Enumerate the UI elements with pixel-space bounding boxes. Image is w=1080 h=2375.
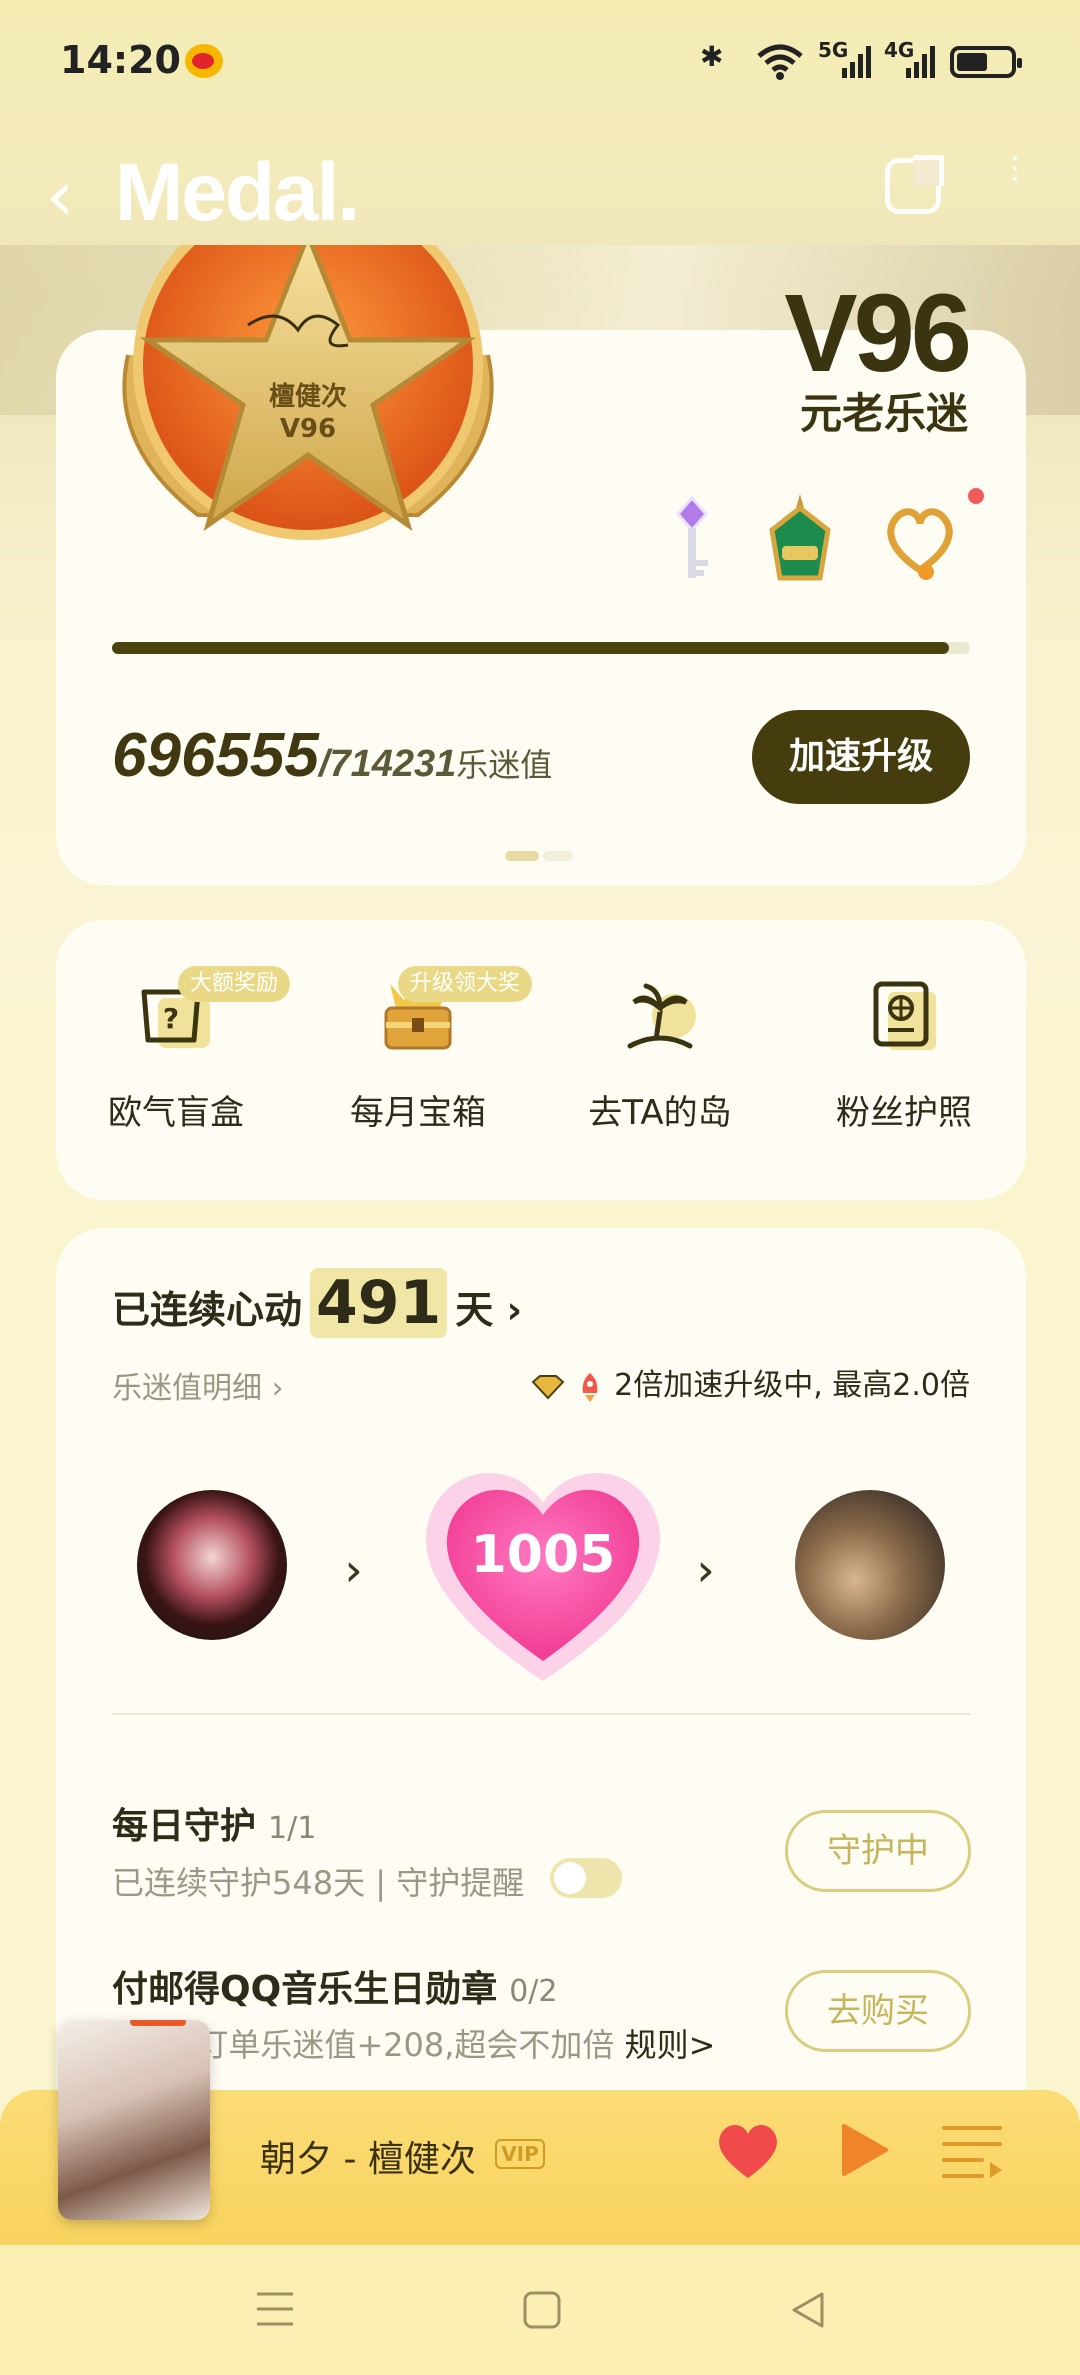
streak-suffix: 天 › bbox=[455, 1288, 523, 1332]
task-name: 每日守护 bbox=[112, 1806, 257, 1847]
divider bbox=[112, 1713, 970, 1715]
task-name: 付邮得QQ音乐生日勋章 bbox=[112, 1969, 498, 2010]
card-pager[interactable] bbox=[505, 851, 575, 861]
home-nav-icon[interactable] bbox=[522, 2290, 562, 2330]
vip-badge: VIP bbox=[495, 2139, 545, 2169]
score-detail-link[interactable]: 乐迷值明细 › bbox=[112, 1363, 284, 1407]
entry-label: 每月宝箱 bbox=[350, 1093, 486, 1133]
level-progress-bar bbox=[112, 642, 970, 654]
passport-icon bbox=[873, 981, 936, 1050]
more-options-button[interactable]: ⋮ bbox=[1000, 154, 1030, 184]
score-total: /714231 bbox=[318, 743, 457, 785]
score-unit: 乐迷值 bbox=[456, 747, 553, 783]
bluetooth-icon: ✱ bbox=[700, 40, 724, 73]
pager-dot bbox=[543, 851, 573, 861]
like-heart-button[interactable] bbox=[715, 2120, 781, 2180]
entry-label: 粉丝护照 bbox=[836, 1093, 972, 1133]
diamond-icon bbox=[531, 1374, 565, 1399]
entry-tag: 大额奖励 bbox=[178, 966, 291, 1002]
system-navigation-bar bbox=[0, 2245, 1080, 2375]
medal-level: V96 bbox=[280, 414, 336, 444]
menu-nav-icon[interactable] bbox=[255, 2290, 295, 2328]
level-name: 元老乐迷 bbox=[799, 389, 968, 438]
task-subtitle: 已连续守护548天 | 守护提醒 bbox=[112, 1864, 525, 1902]
streak-days: 491 bbox=[310, 1268, 448, 1338]
signal-4g-icon bbox=[906, 46, 935, 78]
boost-text: 2倍加速升级中, 最高2.0倍 bbox=[614, 1368, 970, 1403]
entry-fan-passport[interactable]: 粉丝护照 bbox=[804, 960, 1004, 1140]
signal-5g-icon bbox=[842, 46, 871, 78]
task-title: 付邮得QQ音乐生日勋章 0/2 bbox=[112, 1960, 558, 2012]
top-navigation: ‹ Medal. ⋮ bbox=[0, 140, 1080, 250]
entry-label: 去TA的岛 bbox=[588, 1093, 732, 1133]
rules-link[interactable]: 规则> bbox=[625, 2026, 716, 2064]
wifi-icon bbox=[757, 44, 803, 80]
guarding-button[interactable]: 守护中 bbox=[785, 1810, 971, 1892]
medal-artist-name: 檀健次 bbox=[269, 381, 347, 412]
album-cover[interactable] bbox=[58, 2020, 210, 2220]
battery-icon bbox=[950, 46, 1022, 78]
guard-reminder-toggle[interactable] bbox=[550, 1858, 622, 1898]
score-current: 696555 bbox=[112, 721, 319, 790]
level-title: V96 bbox=[784, 272, 972, 395]
now-playing-title[interactable]: 朝夕 - 檀健次 bbox=[260, 2130, 476, 2182]
level-score: 696555/714231乐迷值 bbox=[112, 720, 552, 791]
task-title: 每日守护 1/1 bbox=[112, 1797, 316, 1849]
fan-avatar[interactable] bbox=[137, 1490, 287, 1640]
boost-status: 2倍加速升级中, 最高2.0倍 bbox=[531, 1360, 970, 1404]
key-charm-icon[interactable] bbox=[652, 490, 732, 590]
svg-text:?: ? bbox=[163, 1002, 179, 1035]
status-time: 14:20 bbox=[60, 38, 181, 82]
play-button[interactable] bbox=[838, 2122, 890, 2178]
rocket-icon bbox=[582, 1372, 597, 1402]
notification-dot bbox=[968, 488, 984, 504]
artist-avatar[interactable] bbox=[795, 1490, 945, 1640]
album-art bbox=[58, 2020, 210, 2220]
page-logo: Medal. bbox=[115, 147, 360, 238]
album-cover-accent bbox=[130, 2020, 186, 2026]
island-icon bbox=[627, 983, 696, 1049]
entry-island[interactable]: 去TA的岛 bbox=[560, 960, 760, 1140]
back-button[interactable]: ‹ bbox=[46, 156, 106, 236]
share-button[interactable] bbox=[885, 155, 944, 214]
entry-label: 欧气盲盒 bbox=[108, 1093, 244, 1133]
task-count: 0/2 bbox=[509, 1974, 558, 2009]
weibo-notification-icon bbox=[185, 44, 223, 78]
level-progress-fill bbox=[112, 642, 949, 654]
heart-value: 1005 bbox=[470, 1525, 616, 1585]
streak-prefix: 已连续心动 bbox=[112, 1288, 303, 1332]
back-nav-icon[interactable] bbox=[788, 2290, 828, 2330]
task-count: 1/1 bbox=[268, 1811, 317, 1846]
entry-tag: 升级领大奖 bbox=[398, 966, 533, 1002]
green-pendant-charm-icon[interactable] bbox=[760, 490, 840, 590]
heart-streak[interactable]: 已连续心动 491 天 › bbox=[112, 1268, 522, 1338]
playlist-icon[interactable] bbox=[940, 2122, 1004, 2182]
heart-pendant-charm-icon[interactable] bbox=[880, 490, 960, 590]
status-bar: 14:20 ✱ 5G 4G bbox=[0, 0, 1080, 125]
speedup-button[interactable]: 加速升级 bbox=[752, 710, 970, 804]
pager-dot-active bbox=[505, 851, 539, 861]
star-medal-badge[interactable]: 檀健次 V96 bbox=[88, 245, 528, 545]
buy-button[interactable]: 去购买 bbox=[785, 1970, 971, 2052]
